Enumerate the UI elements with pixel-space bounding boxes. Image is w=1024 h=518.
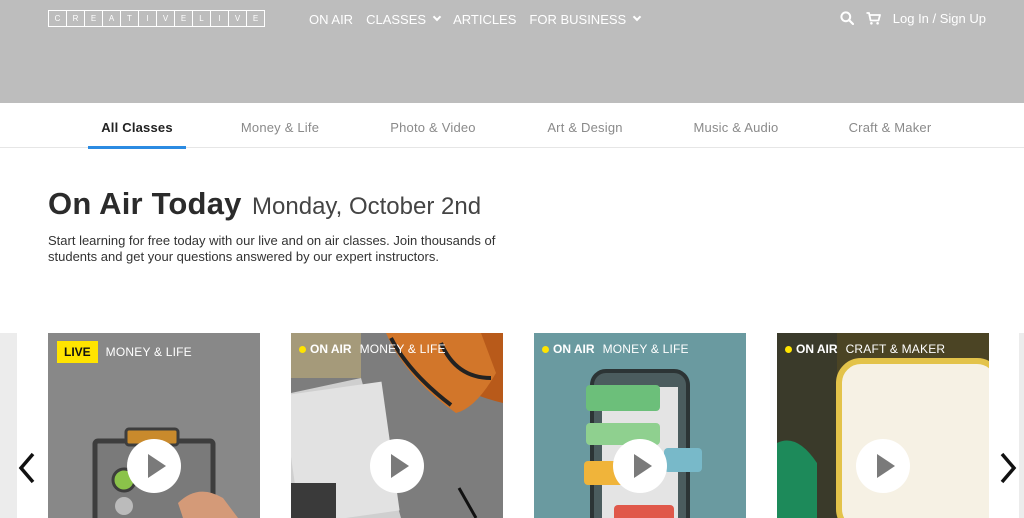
- category-tabs: All Classes Money & Life Photo & Video A…: [0, 103, 1024, 149]
- logo-letter: V: [229, 11, 246, 26]
- main-nav: ON AIR CLASSES ARTICLES FOR BUSINESS: [309, 10, 642, 28]
- logo-letter: E: [175, 11, 192, 26]
- card-category: MONEY & LIFE: [359, 342, 446, 356]
- carousel-peek-left: [0, 333, 17, 518]
- tab-all-classes[interactable]: All Classes: [88, 103, 186, 149]
- logo-letter: A: [103, 11, 120, 26]
- page-title: On Air Today Monday, October 2nd: [48, 186, 481, 222]
- on-air-dot-icon: [542, 345, 549, 353]
- nav-for-business[interactable]: FOR BUSINESS: [529, 11, 642, 27]
- logo-letter: L: [193, 11, 210, 26]
- on-air-label: ON AIR: [310, 342, 352, 356]
- chevron-right-icon[interactable]: [996, 451, 1018, 485]
- on-air-dot-icon: [299, 345, 306, 353]
- carousel-peek-right: [1019, 333, 1024, 518]
- tab-craft-maker[interactable]: Craft & Maker: [836, 103, 944, 148]
- site-header: C R E A T I V E L I V E ON AIR CLASSES A…: [0, 0, 1024, 103]
- cart-icon[interactable]: [866, 11, 881, 25]
- search-icon[interactable]: [840, 11, 854, 25]
- logo-letter: R: [67, 11, 84, 26]
- class-card[interactable]: ON AIR CRAFT & MAKER: [777, 333, 989, 518]
- login-signup-link[interactable]: Log In / Sign Up: [893, 11, 986, 26]
- class-card[interactable]: LIVE MONEY & LIFE: [48, 333, 260, 518]
- creativelive-logo[interactable]: C R E A T I V E L I V E: [48, 10, 265, 27]
- card-label-row: ON AIR MONEY & LIFE: [534, 333, 689, 364]
- nav-articles-label: ARTICLES: [453, 11, 517, 27]
- on-air-badge: ON AIR: [785, 342, 838, 356]
- live-badge: LIVE: [57, 340, 98, 363]
- nav-articles[interactable]: ARTICLES: [453, 12, 516, 27]
- nav-classes[interactable]: CLASSES: [366, 11, 442, 27]
- logo-letter: I: [211, 11, 228, 26]
- tab-music-audio[interactable]: Music & Audio: [679, 103, 793, 148]
- logo-letter: V: [157, 11, 174, 26]
- chevron-down-icon: [632, 12, 642, 22]
- on-air-date: Monday, October 2nd: [252, 193, 482, 220]
- play-icon[interactable]: [856, 439, 910, 493]
- on-air-label: ON AIR: [553, 342, 595, 356]
- play-icon[interactable]: [370, 439, 424, 493]
- header-actions: Log In / Sign Up: [840, 9, 986, 27]
- on-air-badge: ON AIR: [299, 342, 352, 356]
- card-category: MONEY & LIFE: [105, 344, 192, 359]
- nav-on-air-label: ON AIR: [309, 11, 354, 27]
- logo-letter: I: [139, 11, 156, 26]
- tab-art-design[interactable]: Art & Design: [533, 103, 637, 148]
- card-label-row: ON AIR MONEY & LIFE: [291, 333, 446, 364]
- chevron-down-icon: [432, 12, 442, 22]
- on-air-dot-icon: [785, 345, 792, 353]
- class-card[interactable]: ON AIR MONEY & LIFE: [291, 333, 503, 518]
- logo-letter: E: [85, 11, 102, 26]
- nav-on-air[interactable]: ON AIR: [309, 12, 353, 27]
- on-air-title: On Air Today: [48, 186, 242, 221]
- nav-classes-label: CLASSES: [366, 11, 427, 27]
- card-label-row: ON AIR CRAFT & MAKER: [777, 333, 945, 364]
- tab-money-life[interactable]: Money & Life: [226, 103, 334, 148]
- intro-text: Start learning for free today with our l…: [48, 233, 496, 264]
- play-icon[interactable]: [613, 439, 667, 493]
- on-air-label: ON AIR: [796, 342, 838, 356]
- card-category: MONEY & LIFE: [602, 342, 689, 356]
- logo-letter: C: [49, 11, 66, 26]
- logo-letter: T: [121, 11, 138, 26]
- logo-letter: E: [247, 11, 264, 26]
- play-icon[interactable]: [127, 439, 181, 493]
- card-label-row: LIVE MONEY & LIFE: [48, 333, 192, 364]
- tab-photo-video[interactable]: Photo & Video: [376, 103, 490, 148]
- on-air-badge: ON AIR: [542, 342, 595, 356]
- card-category: CRAFT & MAKER: [845, 342, 946, 356]
- chevron-left-icon[interactable]: [17, 451, 39, 485]
- nav-for-business-label: FOR BUSINESS: [529, 11, 627, 27]
- class-card[interactable]: ON AIR MONEY & LIFE: [534, 333, 746, 518]
